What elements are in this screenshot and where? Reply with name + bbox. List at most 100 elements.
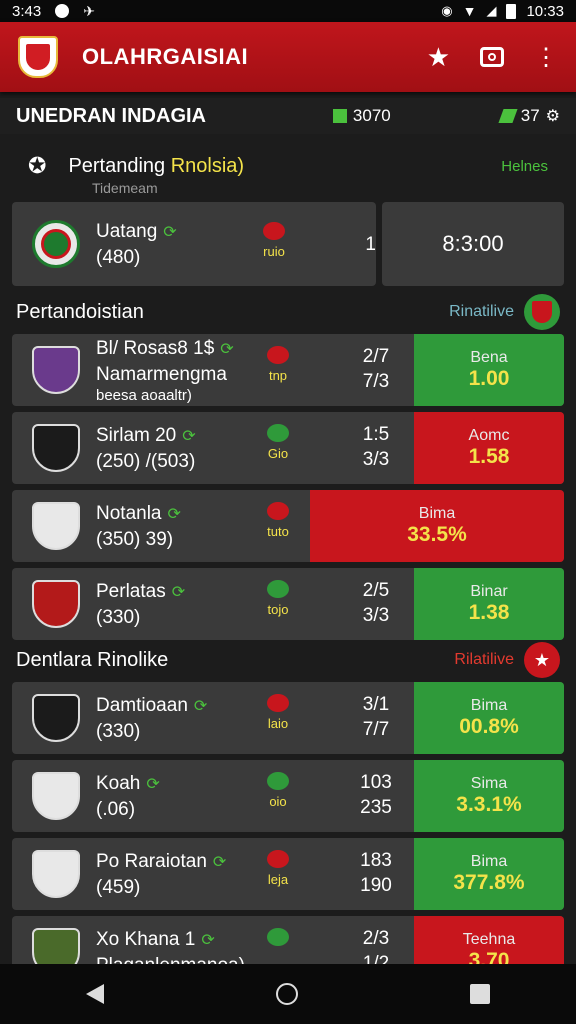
refresh-icon: ⟳ xyxy=(193,697,208,715)
odds-value: 33.5% xyxy=(407,523,467,546)
score-bottom: 3/3 xyxy=(362,449,390,470)
match-card[interactable]: Bl/ Rosas8 1$ ⟳ Namarmengma beesa aoaaltr… xyxy=(12,334,564,406)
match-scores: 3/1 7/7 xyxy=(356,692,396,742)
featured-team: Uatang ⟳ (480) xyxy=(96,219,177,270)
odds-box[interactable]: Bena 1.00 xyxy=(414,334,564,406)
featured-team-code: (480) xyxy=(96,246,141,268)
featured-match-card[interactable]: Uatang ⟳ (480) ruio 10 xyxy=(12,202,376,286)
odds-box[interactable]: Bima 377.8% xyxy=(414,838,564,910)
battery-icon xyxy=(506,3,517,19)
match-card[interactable]: Koah ⟳ (.06) oio 103 235 Sima 3.3.1% xyxy=(12,760,564,832)
team-code: Namarmengma xyxy=(96,364,227,385)
app-title: OLAHRGAISIAI xyxy=(82,44,249,69)
star-icon[interactable]: ★ xyxy=(427,42,450,73)
home-icon[interactable] xyxy=(276,983,298,1005)
odds-label: Bena xyxy=(470,349,508,366)
odds-label: Bima xyxy=(470,697,508,714)
refresh-icon: ⟳ xyxy=(220,341,234,358)
odds-value: 1.58 xyxy=(468,445,510,468)
match-card[interactable]: Po Raraiotan ⟳ (459) leja 183 190 Bima 37… xyxy=(12,838,564,910)
section-one-header: Pertandoistian Rinatilive xyxy=(0,292,576,332)
team-info: Bl/ Rosas8 1$ ⟳ Namarmengma beesa aoaaltr… xyxy=(96,336,234,404)
odds-box[interactable]: Binar 1.38 xyxy=(414,568,564,640)
odds-label: Binar xyxy=(470,583,508,600)
ball-icon xyxy=(267,772,289,790)
section-one-badge[interactable] xyxy=(524,294,560,330)
ball-icon xyxy=(267,850,289,868)
team-name: Koah xyxy=(96,772,141,794)
refresh-icon: ⟳ xyxy=(146,775,160,793)
odds-value: 377.8% xyxy=(453,871,525,894)
refresh-icon: ⟳ xyxy=(167,505,181,523)
odds-label: Bima xyxy=(418,505,456,522)
feature-row[interactable]: ✪ Pertanding Rnolsia) Helnes xyxy=(0,138,576,194)
odds-box[interactable]: Aomc 1.58 xyxy=(414,412,564,484)
score-top: 2/7 xyxy=(362,346,390,367)
stat-two-icon xyxy=(498,109,518,123)
match-scores: 1:5 3/3 xyxy=(356,422,396,472)
odds-box[interactable]: Sima 3.3.1% xyxy=(414,760,564,832)
stat-two-value: 37 xyxy=(520,106,540,125)
score-bottom: 190 xyxy=(360,875,392,896)
match-mid: tuto xyxy=(258,502,298,539)
match-card[interactable]: Sirlam 20 ⟳ (250) /(503) Gio 1:5 3/3 Aomc… xyxy=(12,412,564,484)
settings-icon[interactable]: ⚙ xyxy=(546,106,560,126)
odds-label: Bima xyxy=(470,853,508,870)
team-info: Perlatas ⟳ (330) xyxy=(96,579,185,630)
match-card[interactable]: Notanla⟳ (350) 39) tuto 7/8 7/3 Bima 33.… xyxy=(12,490,564,562)
cell-signal-icon: ◢ xyxy=(486,3,497,18)
refresh-icon: ⟳ xyxy=(163,223,177,241)
match-card[interactable]: Damtioaan ⟳ (330) laio 3/1 7/7 Bima 00.8% xyxy=(12,682,564,754)
ball-icon xyxy=(267,928,289,946)
team-code: (.06) xyxy=(96,798,136,820)
team-crest xyxy=(32,694,80,742)
section-two-link[interactable]: Rilatilive xyxy=(454,651,514,669)
match-card[interactable]: Perlatas ⟳ (330) tojo 2/5 3/3 Binar 1.38 xyxy=(12,568,564,640)
team-info: Notanla ⟳ (350) 39) xyxy=(96,501,181,552)
match-scores: 103 235 xyxy=(356,770,396,820)
match-mid-text: leja xyxy=(267,872,289,887)
favorite-star-icon[interactable]: ★ xyxy=(524,642,560,678)
match-mid-text: Gio xyxy=(267,446,289,461)
match-mid: leja xyxy=(258,850,298,887)
team-crest xyxy=(32,424,80,472)
record-icon xyxy=(55,4,70,18)
team-name: Notanla xyxy=(96,502,162,524)
match-mid: Gio xyxy=(258,424,298,461)
feature-title-prefix: Pertanding xyxy=(68,154,171,177)
odds-label: Sima xyxy=(470,775,508,792)
match-mid-text: tojo xyxy=(267,602,289,617)
team-code: (350) 39) xyxy=(96,528,174,550)
feature-tag[interactable]: Helnes xyxy=(501,158,548,175)
recent-apps-icon[interactable] xyxy=(470,984,490,1004)
section-one-link[interactable]: Rinatilive xyxy=(449,303,514,321)
section-two-header: Dentlara Rinolike Rilatilive ★ xyxy=(0,640,576,680)
system-nav-bar xyxy=(0,964,576,1024)
feature-title-accent: Rnolsia) xyxy=(170,154,245,177)
match-scores: 2/5 3/3 xyxy=(356,578,396,628)
odds-box[interactable]: Bima 00.8% xyxy=(414,682,564,754)
refresh-icon: ⟳ xyxy=(171,583,186,601)
back-icon[interactable] xyxy=(86,984,104,1004)
odds-value: 1.38 xyxy=(468,601,510,624)
team-extra: beesa aoaaltr) xyxy=(96,387,192,404)
match-mid xyxy=(258,928,298,950)
featured-team-name: Uatang xyxy=(96,220,158,242)
odds-box[interactable]: Bima 33.5% xyxy=(310,490,564,562)
odds-label: Aomc xyxy=(468,427,510,444)
team-crest xyxy=(32,346,80,394)
team-name: Xo Khana 1 xyxy=(96,928,196,950)
team-info: Po Raraiotan ⟳ (459) xyxy=(96,849,226,900)
more-menu-icon[interactable]: ⋮ xyxy=(534,43,558,72)
league-title: UNEDRAN INDAGIA xyxy=(16,104,206,127)
score-top: 3/1 xyxy=(362,694,390,715)
match-scores: 183 190 xyxy=(356,848,396,898)
score-top: 2/3 xyxy=(362,928,390,949)
ball-icon xyxy=(267,502,289,520)
refresh-icon: ⟳ xyxy=(182,427,196,445)
team-code: (330) xyxy=(96,720,141,742)
camera-icon[interactable] xyxy=(480,47,504,67)
match-mid-text: tuto xyxy=(267,524,289,539)
status-bar: 3:43 ✈ ◉ ▼ ◢ 10:33 xyxy=(0,0,576,22)
team-code: (250) /(503) xyxy=(96,450,196,472)
